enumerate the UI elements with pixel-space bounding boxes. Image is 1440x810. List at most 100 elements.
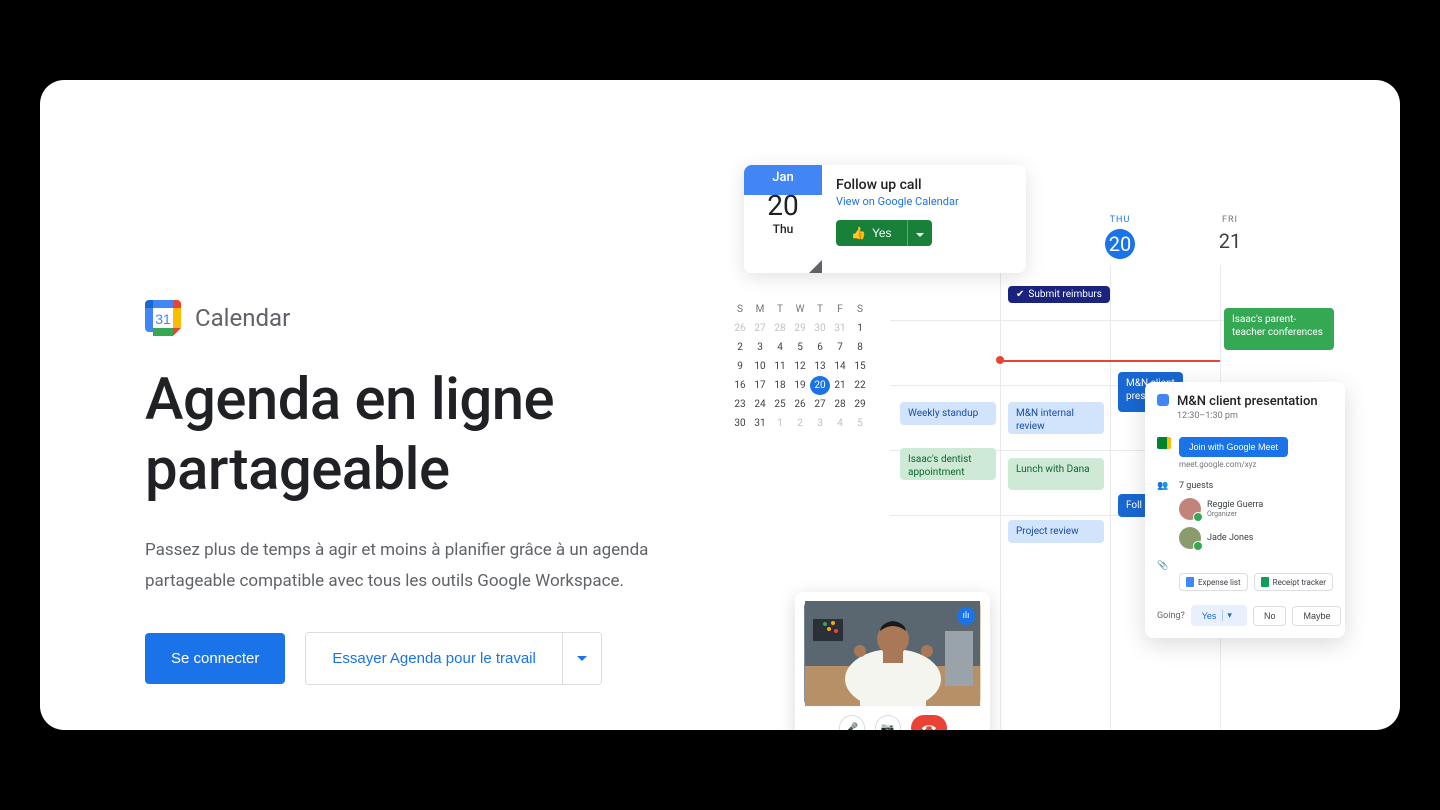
mic-button[interactable]: 🎤	[839, 715, 865, 730]
event-dentist[interactable]: Isaac's dentist appointment	[900, 448, 996, 480]
week-header: WED 19 THU 20 FRI 21	[990, 215, 1250, 259]
join-meet-button[interactable]: Join with Google Meet	[1179, 437, 1288, 457]
event-submit-reimburs[interactable]: ✔Submit reimburs	[1008, 286, 1110, 303]
camera-button[interactable]: 📷	[875, 715, 901, 730]
yes-label: Yes	[872, 226, 892, 240]
mini-cal-day[interactable]: 31	[830, 319, 850, 338]
mini-cal-day[interactable]: 11	[770, 357, 790, 376]
event-label: Project review	[1016, 526, 1079, 537]
mini-cal-day[interactable]: 7	[830, 338, 850, 357]
mini-cal-day[interactable]: 30	[810, 319, 830, 338]
rsvp-no-button[interactable]: No	[1253, 606, 1287, 626]
mini-cal-day[interactable]: 10	[750, 357, 770, 376]
week-day-fri[interactable]: FRI 21	[1210, 215, 1250, 259]
hero-section: 31 Calendar Agenda en ligne partageable …	[145, 300, 705, 685]
mini-cal-day[interactable]: 30	[730, 414, 750, 433]
mini-cal-day[interactable]: 13	[810, 357, 830, 376]
mini-cal-day[interactable]: 27	[810, 395, 830, 414]
popover-yes-button[interactable]: 👍 Yes	[836, 220, 907, 246]
attachment-chip[interactable]: Expense list	[1179, 573, 1248, 591]
event-detail-title: M&N client presentation	[1177, 394, 1318, 409]
mini-cal-day[interactable]: 9	[730, 357, 750, 376]
rsvp-row: Going? Yes▾ No Maybe	[1157, 605, 1333, 626]
now-indicator-dot	[996, 356, 1004, 364]
mini-calendar[interactable]: SMTWTFS262728293031123456789101112131415…	[730, 300, 870, 433]
mini-cal-day[interactable]: 22	[850, 376, 870, 395]
avatar	[1179, 527, 1201, 549]
video-thumbnail: ılı	[804, 601, 981, 706]
week-day-thu[interactable]: THU 20	[1100, 215, 1140, 259]
mini-cal-day[interactable]: 28	[770, 319, 790, 338]
event-label: M&N internal review	[1016, 408, 1074, 432]
mini-cal-day[interactable]: 2	[790, 414, 810, 433]
mini-cal-day[interactable]: 17	[750, 376, 770, 395]
mini-cal-day[interactable]: 26	[730, 319, 750, 338]
now-indicator-line	[1000, 360, 1220, 362]
mini-cal-day[interactable]: 2	[730, 338, 750, 357]
hangup-button[interactable]	[911, 715, 947, 730]
mini-cal-day[interactable]: 15	[850, 357, 870, 376]
mini-cal-day[interactable]: 29	[790, 319, 810, 338]
rsvp-yes-button[interactable]: Yes▾	[1191, 605, 1247, 626]
mini-cal-header: M	[750, 300, 770, 319]
logo-text: Calendar	[195, 304, 290, 332]
mini-cal-day[interactable]: 24	[750, 395, 770, 414]
person-illustration	[804, 601, 981, 706]
guest-item[interactable]: Jade Jones	[1179, 527, 1333, 549]
event-lunch[interactable]: Lunch with Dana	[1008, 458, 1104, 490]
mini-cal-day[interactable]: 5	[850, 414, 870, 433]
rsvp-maybe-button[interactable]: Maybe	[1292, 606, 1341, 626]
try-button-group: Essayer Agenda pour le travail	[305, 632, 601, 685]
mini-cal-day[interactable]: 3	[750, 338, 770, 357]
mini-cal-day[interactable]: 14	[830, 357, 850, 376]
mini-cal-day[interactable]: 4	[830, 414, 850, 433]
mini-cal-day[interactable]: 4	[770, 338, 790, 357]
landing-card: 31 Calendar Agenda en ligne partageable …	[40, 80, 1400, 730]
mini-cal-day[interactable]: 25	[770, 395, 790, 414]
event-weekly-standup[interactable]: Weekly standup	[900, 402, 996, 425]
mini-cal-day[interactable]: 8	[850, 338, 870, 357]
guest-name: Jade Jones	[1207, 533, 1253, 543]
mini-cal-day[interactable]: 29	[850, 395, 870, 414]
color-swatch-icon	[1157, 394, 1169, 406]
mini-cal-day[interactable]: 31	[750, 414, 770, 433]
mini-cal-day[interactable]: 20	[810, 376, 830, 395]
mini-cal-day[interactable]: 28	[830, 395, 850, 414]
mini-cal-day[interactable]: 1	[850, 319, 870, 338]
mini-cal-day[interactable]: 23	[730, 395, 750, 414]
mini-cal-day[interactable]: 26	[790, 395, 810, 414]
mini-cal-header: W	[790, 300, 810, 319]
mini-cal-day[interactable]: 12	[790, 357, 810, 376]
attachment-name: Receipt tracker	[1273, 578, 1326, 587]
meet-icon	[1157, 437, 1171, 449]
weekday-label: THU	[1100, 215, 1140, 225]
event-followup[interactable]: Foll	[1118, 494, 1148, 517]
attachment-icon: 📎	[1157, 561, 1169, 571]
event-label: Submit reimburs	[1028, 289, 1102, 300]
mini-cal-day[interactable]: 16	[730, 376, 750, 395]
popover-yes-dropdown[interactable]	[907, 220, 932, 246]
mini-cal-day[interactable]: 5	[790, 338, 810, 357]
try-for-work-button[interactable]: Essayer Agenda pour le travail	[306, 633, 561, 684]
popover-view-link[interactable]: View on Google Calendar	[836, 195, 1012, 208]
event-detail-panel: M&N client presentation 12:30–1:30 pm Jo…	[1145, 382, 1345, 638]
mini-cal-header: S	[850, 300, 870, 319]
mini-cal-day[interactable]: 1	[770, 414, 790, 433]
guest-item[interactable]: Reggie GuerraOrganizer	[1179, 498, 1333, 520]
mini-cal-day[interactable]: 18	[770, 376, 790, 395]
mini-cal-day[interactable]: 3	[810, 414, 830, 433]
check-badge-icon	[1193, 541, 1203, 551]
event-project-review[interactable]: Project review	[1008, 520, 1104, 543]
sign-in-button[interactable]: Se connecter	[145, 633, 285, 684]
event-mn-internal[interactable]: M&N internal review	[1008, 402, 1104, 434]
attachment-chip[interactable]: Receipt tracker	[1254, 573, 1333, 591]
mini-cal-day[interactable]: 19	[790, 376, 810, 395]
event-parent-teacher[interactable]: Isaac's parent-teacher conferences	[1224, 308, 1334, 350]
mini-cal-day[interactable]: 21	[830, 376, 850, 395]
thumbs-up-icon: 👍	[851, 226, 866, 240]
mini-cal-header: T	[770, 300, 790, 319]
mini-cal-day[interactable]: 27	[750, 319, 770, 338]
try-dropdown-button[interactable]	[562, 633, 601, 684]
mini-cal-day[interactable]: 6	[810, 338, 830, 357]
going-label: Going?	[1157, 611, 1185, 621]
